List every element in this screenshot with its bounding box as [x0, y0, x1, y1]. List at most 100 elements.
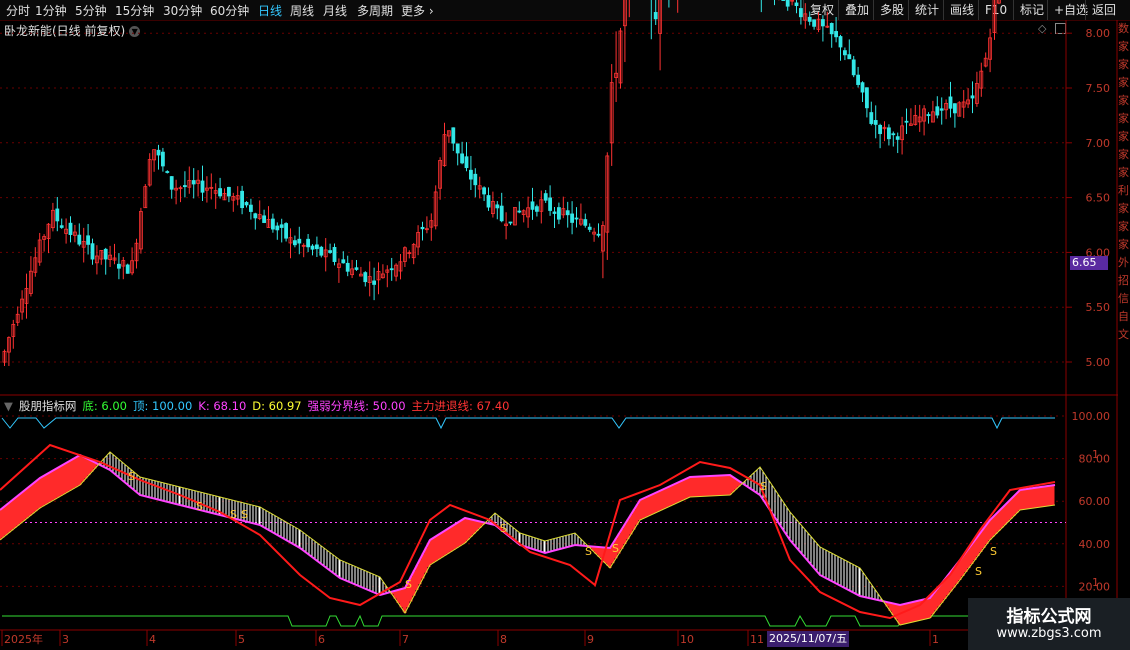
candle-body [535, 206, 539, 212]
candle [328, 243, 333, 254]
candle [878, 123, 882, 149]
candle-body [270, 218, 275, 230]
candle [997, 0, 1001, 5]
side-panel-char: 招 [1118, 274, 1129, 287]
candle [583, 213, 588, 228]
candle [358, 266, 363, 277]
candle [596, 223, 601, 238]
side-panel-char: 信 [1118, 292, 1129, 305]
date-label: 6 [318, 633, 325, 646]
date-label: 11 [750, 633, 764, 646]
price-tick-label: 6.50 [1086, 192, 1111, 205]
candle-body [904, 120, 909, 123]
candle [983, 52, 988, 68]
candle-body [781, 0, 786, 1]
candle [200, 165, 205, 201]
candle [165, 170, 170, 174]
candle [834, 16, 838, 43]
candle [574, 207, 579, 228]
candle [270, 213, 275, 233]
candle [306, 233, 311, 253]
candle [944, 99, 948, 120]
candle [605, 152, 610, 260]
candle-body [297, 238, 302, 244]
candle-body [794, 2, 799, 6]
candle [95, 245, 99, 275]
candle [490, 191, 495, 218]
candle-body [468, 169, 473, 180]
candle [248, 198, 253, 220]
candle [781, 0, 786, 1]
candle [970, 81, 975, 114]
candle [20, 290, 25, 320]
side-panel-char: 家 [1118, 238, 1129, 251]
candle-body [59, 225, 64, 228]
candle [807, 11, 812, 26]
candle-body [165, 171, 170, 173]
candle-body [275, 225, 280, 231]
candle [46, 222, 51, 254]
candle [653, 0, 658, 25]
candle [209, 173, 214, 200]
indicator-axis-partial: 1 [1092, 448, 1099, 461]
candle-body [460, 153, 465, 164]
candle [451, 127, 456, 151]
candle-body [587, 226, 592, 230]
candle [42, 234, 46, 252]
watermark-url: www.zbgs3.com [996, 626, 1102, 641]
side-panel-char: 家 [1118, 40, 1129, 53]
price-tick-label: 8.00 [1086, 27, 1111, 40]
candle [922, 105, 926, 136]
side-panel-char: 家 [1118, 220, 1129, 233]
candle-body [843, 50, 847, 56]
chevron-down-icon[interactable]: ▼ [4, 399, 13, 413]
candle [904, 108, 909, 135]
candle [429, 213, 434, 241]
current-price-label: 6.65 [1070, 256, 1108, 270]
candle [77, 223, 82, 247]
candle [865, 87, 869, 118]
candle-body [799, 8, 803, 18]
candle-body [420, 226, 425, 230]
candle [11, 319, 16, 349]
candle [957, 101, 962, 117]
candle [147, 153, 152, 187]
candle [561, 196, 566, 219]
candle [992, 0, 997, 40]
candle [24, 273, 29, 319]
candle-body [653, 12, 658, 20]
candle [887, 124, 891, 146]
date-label: 2025年 [4, 632, 43, 646]
indicator-series: SSS SSSSSSSS [0, 417, 1066, 627]
candle [486, 187, 491, 211]
price-tick-label: 5.50 [1086, 301, 1111, 314]
candle-body [77, 234, 82, 245]
candle [851, 55, 856, 78]
side-panel-char: 自 [1118, 310, 1129, 323]
d-line [0, 451, 1056, 626]
candle [178, 185, 183, 203]
candle-body [103, 248, 108, 260]
candle [953, 103, 957, 128]
candle [530, 187, 535, 220]
candle [156, 144, 161, 170]
date-label: 4 [149, 633, 156, 646]
candle [913, 104, 918, 126]
candle [279, 218, 284, 243]
candle [112, 243, 117, 265]
candle [345, 255, 350, 277]
candle [961, 90, 966, 119]
candle-body [363, 272, 368, 283]
candle [363, 271, 368, 287]
candle [601, 221, 605, 279]
candle [587, 223, 592, 233]
candle [341, 251, 346, 264]
side-panel-char: 家 [1118, 94, 1129, 107]
candle-body [284, 223, 289, 239]
candle-body [495, 204, 500, 209]
candle [900, 116, 904, 155]
candle [59, 218, 64, 229]
candle-body [865, 87, 869, 109]
candle [618, 27, 623, 89]
candle-body [953, 103, 957, 114]
